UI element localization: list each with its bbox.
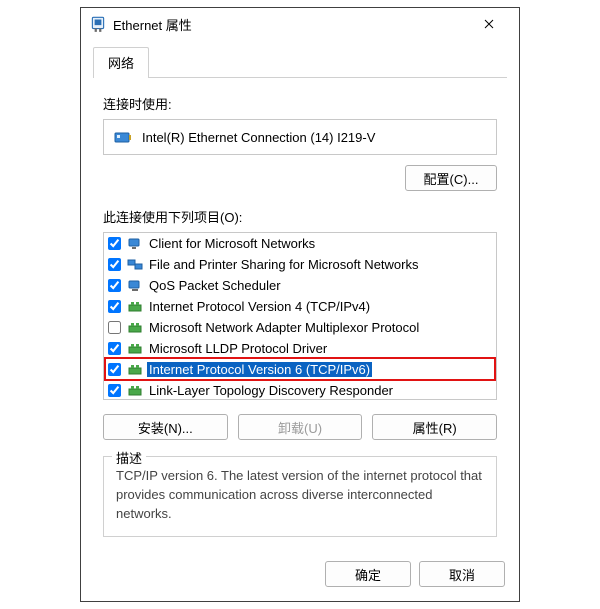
- cancel-button[interactable]: 取消: [419, 561, 505, 587]
- item-checkbox[interactable]: [108, 363, 121, 376]
- client-icon: [127, 236, 143, 252]
- item-label: Internet Protocol Version 6 (TCP/IPv6): [147, 362, 372, 377]
- proto-icon: [127, 299, 143, 315]
- description-group: 描述 TCP/IP version 6. The latest version …: [103, 456, 497, 537]
- item-label: QoS Packet Scheduler: [147, 278, 283, 293]
- dialog-footer: 确定 取消: [81, 551, 519, 601]
- item-checkbox[interactable]: [108, 258, 121, 271]
- install-button[interactable]: 安装(N)...: [103, 414, 228, 440]
- nic-icon: [114, 128, 132, 146]
- list-item[interactable]: File and Printer Sharing for Microsoft N…: [104, 254, 496, 275]
- proto-icon: [127, 320, 143, 336]
- item-checkbox[interactable]: [108, 321, 121, 334]
- proto-icon: [127, 383, 143, 399]
- titlebar: Ethernet 属性: [81, 8, 519, 40]
- share-icon: [127, 257, 143, 273]
- list-item[interactable]: Microsoft LLDP Protocol Driver: [104, 338, 496, 359]
- proto-icon: [127, 362, 143, 378]
- ok-button[interactable]: 确定: [325, 561, 411, 587]
- list-item[interactable]: QoS Packet Scheduler: [104, 275, 496, 296]
- item-label: Microsoft Network Adapter Multiplexor Pr…: [147, 320, 421, 335]
- item-label: Internet Protocol Version 4 (TCP/IPv4): [147, 299, 372, 314]
- list-item[interactable]: Client for Microsoft Networks: [104, 233, 496, 254]
- item-checkbox[interactable]: [108, 237, 121, 250]
- items-label: 此连接使用下列项目(O):: [103, 207, 497, 226]
- tab-content-network: 连接时使用: Intel(R) Ethernet Connection (14)…: [93, 78, 507, 539]
- uninstall-button: 卸载(U): [238, 414, 363, 440]
- description-title: 描述: [112, 448, 146, 467]
- item-checkbox[interactable]: [108, 300, 121, 313]
- configure-button[interactable]: 配置(C)...: [405, 165, 497, 191]
- qos-icon: [127, 278, 143, 294]
- item-label: Client for Microsoft Networks: [147, 236, 317, 251]
- item-checkbox[interactable]: [108, 279, 121, 292]
- close-button[interactable]: [467, 8, 511, 40]
- list-item[interactable]: Link-Layer Topology Discovery Responder: [104, 380, 496, 400]
- item-label: Microsoft LLDP Protocol Driver: [147, 341, 329, 356]
- tabstrip: 网络: [93, 46, 507, 78]
- item-checkbox[interactable]: [108, 384, 121, 397]
- ethernet-properties-dialog: Ethernet 属性 网络 连接时使用: Intel(R) Ether: [80, 7, 520, 602]
- dialog-body: 网络 连接时使用: Intel(R) Ethernet Connection (…: [81, 40, 519, 551]
- components-list[interactable]: Client for Microsoft Networks File and Pr…: [103, 232, 497, 400]
- item-label: Link-Layer Topology Discovery Responder: [147, 383, 395, 398]
- proto-icon: [127, 341, 143, 357]
- close-icon: [484, 19, 494, 29]
- connect-using-label: 连接时使用:: [103, 94, 497, 113]
- window-title: Ethernet 属性: [113, 15, 461, 34]
- properties-button[interactable]: 属性(R): [372, 414, 497, 440]
- description-text: TCP/IP version 6. The latest version of …: [116, 467, 484, 524]
- list-item[interactable]: Internet Protocol Version 4 (TCP/IPv4): [104, 296, 496, 317]
- adapter-name: Intel(R) Ethernet Connection (14) I219-V: [142, 130, 375, 145]
- item-label: File and Printer Sharing for Microsoft N…: [147, 257, 420, 272]
- adapter-box: Intel(R) Ethernet Connection (14) I219-V: [103, 119, 497, 155]
- item-checkbox[interactable]: [108, 342, 121, 355]
- list-item[interactable]: Microsoft Network Adapter Multiplexor Pr…: [104, 317, 496, 338]
- list-item[interactable]: Internet Protocol Version 6 (TCP/IPv6): [104, 359, 496, 380]
- tab-network[interactable]: 网络: [93, 47, 149, 78]
- ethernet-icon: [89, 15, 107, 33]
